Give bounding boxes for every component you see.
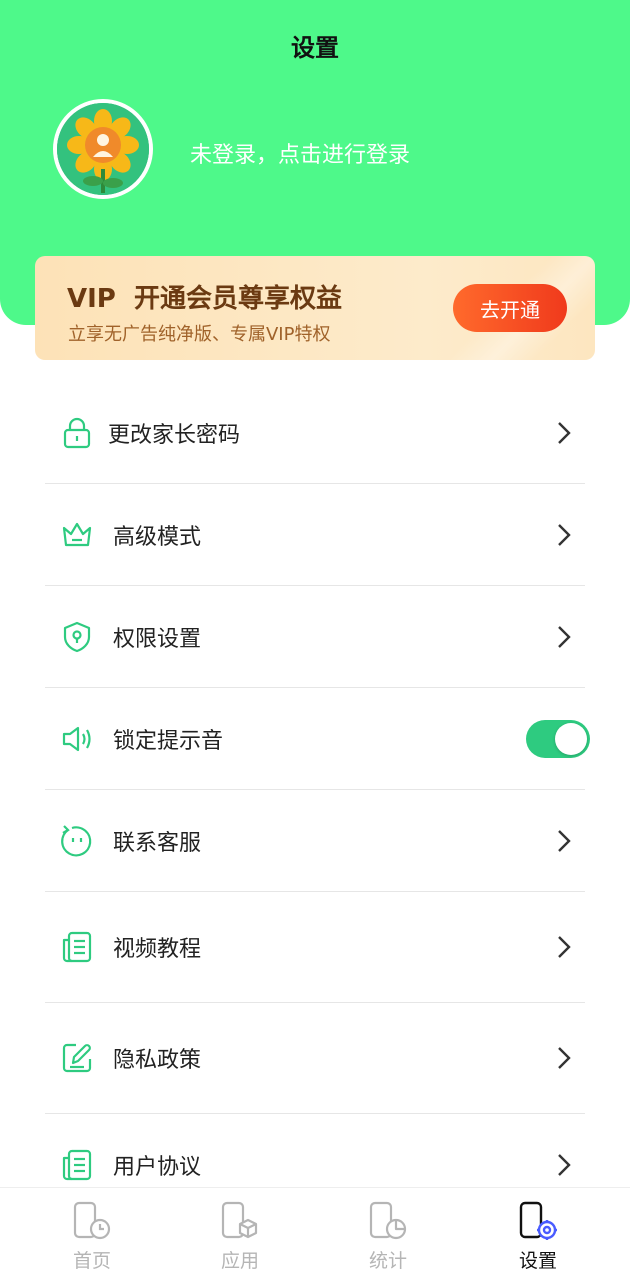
chevron-right-icon bbox=[558, 1047, 571, 1069]
tab-label: 统计 bbox=[368, 1250, 407, 1272]
chevron-right-icon bbox=[558, 829, 571, 852]
tab-settings[interactable]: 设置 bbox=[476, 1188, 596, 1281]
menu-item-label: 更改家长密码 bbox=[108, 422, 241, 448]
menu-item-label: 隐私政策 bbox=[113, 1048, 202, 1073]
smile-chat-icon bbox=[61, 824, 92, 856]
tab-home[interactable]: 首页 bbox=[30, 1188, 150, 1281]
vip-banner[interactable]: VIP 开通会员尊享权益 立享无广告纯净版、专属VIP特权 去开通 bbox=[35, 256, 595, 360]
speaker-icon bbox=[62, 726, 91, 751]
chevron-right-icon bbox=[558, 936, 571, 958]
menu-item-label: 视频教程 bbox=[113, 937, 202, 962]
chevron-right-icon bbox=[558, 625, 571, 648]
menu-item-label: 锁定提示音 bbox=[113, 728, 224, 754]
tab-label: 首页 bbox=[72, 1250, 111, 1272]
menu-item-label: 联系客服 bbox=[113, 830, 202, 856]
lock-sound-toggle[interactable] bbox=[526, 719, 590, 758]
menu-item-contact-support[interactable]: 联系客服 bbox=[45, 790, 585, 892]
document-icon bbox=[62, 1149, 92, 1180]
menu-item-label: 高级模式 bbox=[113, 524, 202, 550]
settings-menu: 更改家长密码 高级模式 权限设置 锁定提示音 联系客服 视频教程 隐私政策 用户… bbox=[45, 382, 590, 1215]
chevron-right-icon bbox=[558, 1153, 571, 1176]
toggle-knob bbox=[555, 722, 587, 755]
document-icon bbox=[62, 931, 92, 963]
phone-chart-icon bbox=[369, 1201, 407, 1240]
menu-item-advanced-mode[interactable]: 高级模式 bbox=[45, 484, 585, 586]
lock-icon bbox=[63, 417, 91, 448]
crown-icon bbox=[62, 522, 92, 546]
phone-cube-icon bbox=[221, 1201, 258, 1239]
menu-item-privacy-policy[interactable]: 隐私政策 bbox=[45, 1003, 585, 1114]
tab-label: 设置 bbox=[518, 1250, 557, 1272]
edit-icon bbox=[62, 1043, 92, 1073]
chevron-right-icon bbox=[558, 523, 571, 546]
tab-apps[interactable]: 应用 bbox=[178, 1188, 298, 1281]
phone-clock-icon bbox=[73, 1201, 111, 1240]
page-title: 设置 bbox=[291, 34, 339, 62]
bottom-tab-bar: 首页 应用 统计 设置 bbox=[0, 1187, 630, 1281]
menu-item-video-tutorial[interactable]: 视频教程 bbox=[45, 892, 585, 1003]
chevron-right-icon bbox=[558, 421, 571, 444]
tab-statistics[interactable]: 统计 bbox=[326, 1188, 446, 1281]
vip-open-button[interactable]: 去开通 bbox=[453, 284, 567, 332]
menu-item-permission-settings[interactable]: 权限设置 bbox=[45, 586, 585, 688]
shield-icon bbox=[63, 621, 91, 652]
phone-gear-icon bbox=[519, 1201, 557, 1240]
menu-item-change-parent-password[interactable]: 更改家长密码 bbox=[45, 382, 585, 484]
menu-item-label: 用户协议 bbox=[113, 1154, 202, 1180]
tab-label: 应用 bbox=[220, 1250, 259, 1272]
vip-subtitle: 立享无广告纯净版、专属VIP特权 bbox=[68, 324, 331, 345]
avatar[interactable] bbox=[53, 99, 153, 199]
login-prompt[interactable]: 未登录，点击进行登录 bbox=[190, 137, 410, 169]
menu-item-lock-sound: 锁定提示音 bbox=[45, 688, 590, 790]
sunflower-avatar-icon bbox=[57, 103, 149, 195]
vip-title: VIP 开通会员尊享权益 bbox=[67, 284, 342, 314]
menu-item-label: 权限设置 bbox=[113, 626, 202, 652]
